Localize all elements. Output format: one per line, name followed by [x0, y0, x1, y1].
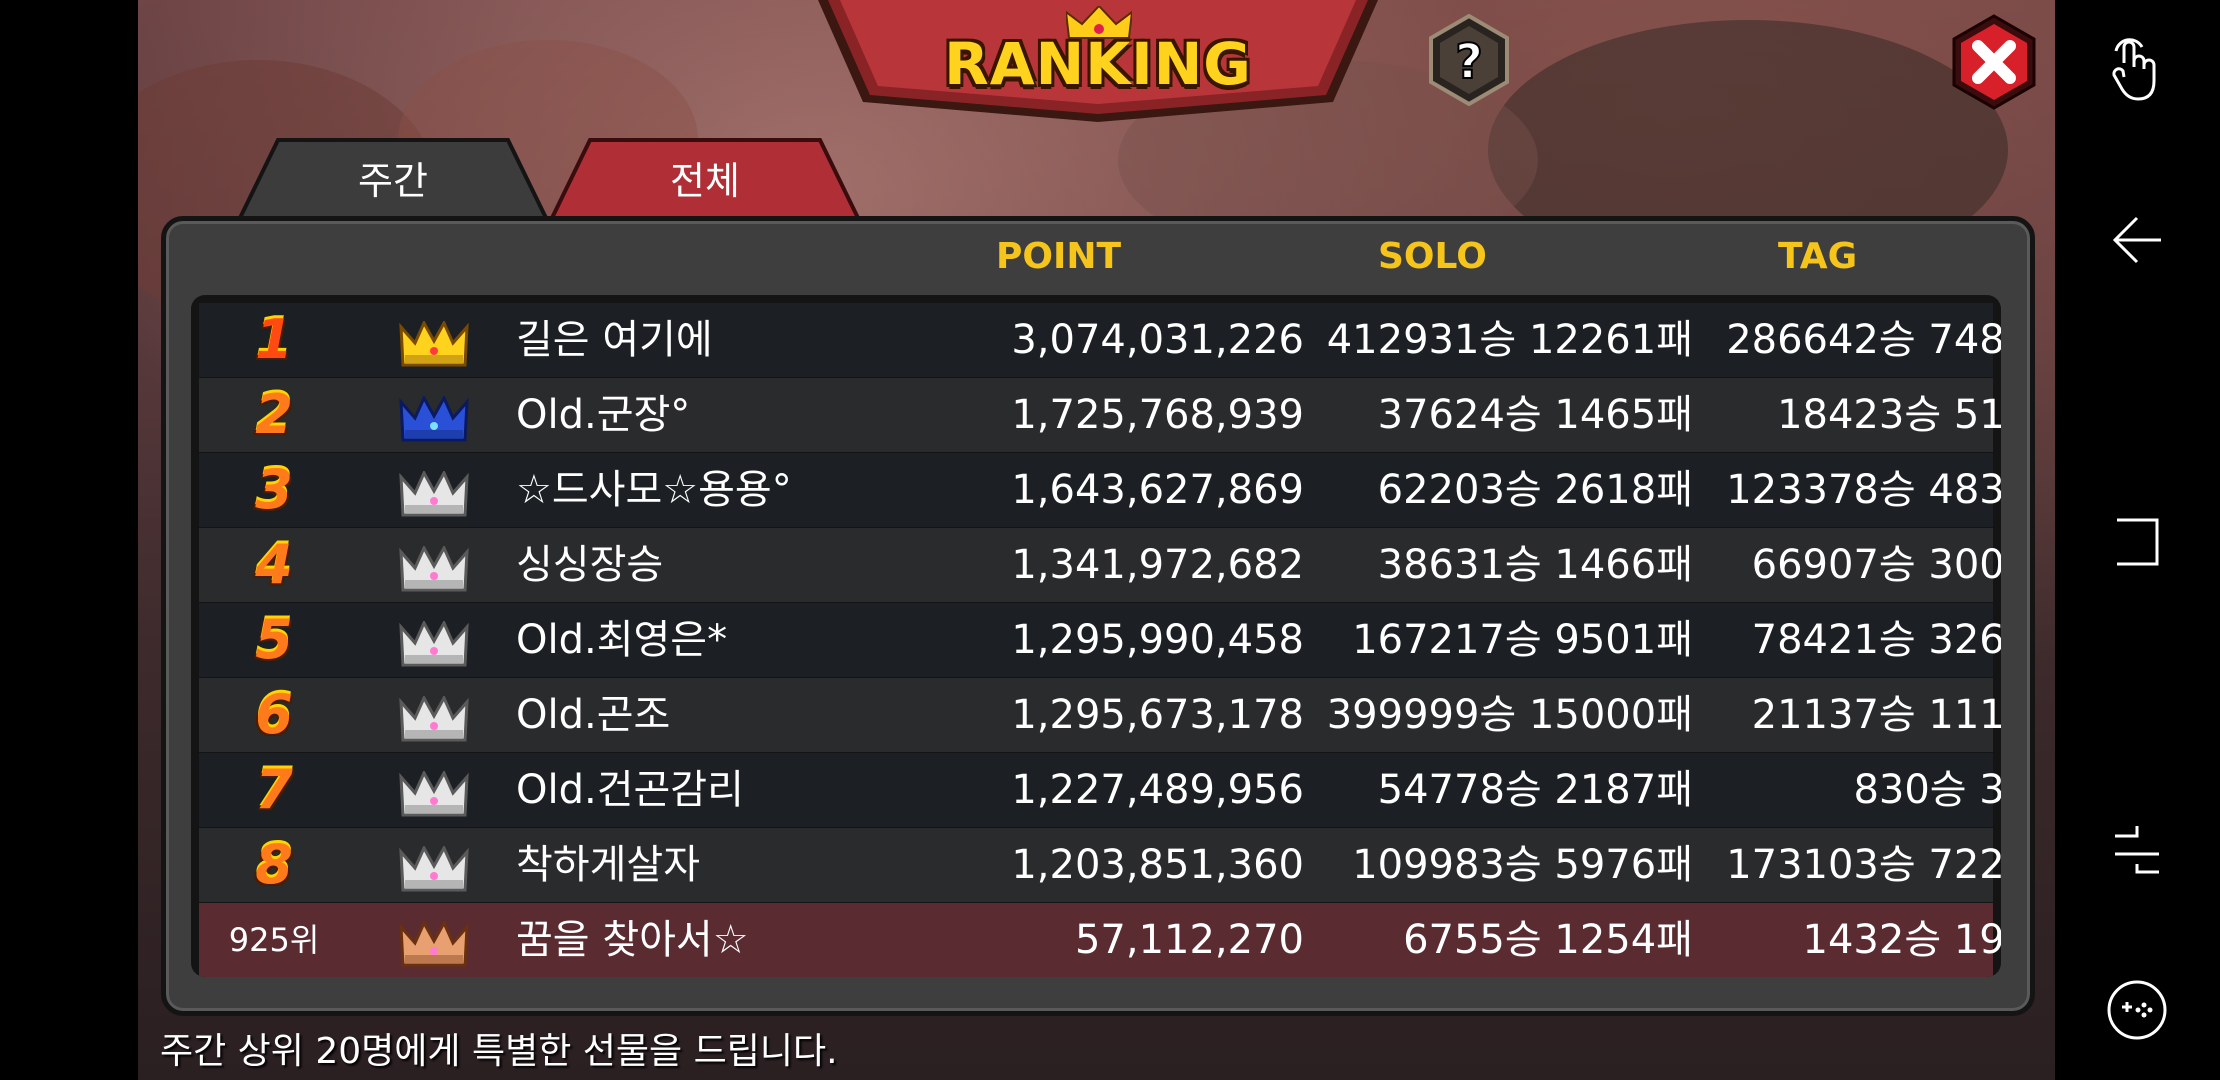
table-row[interactable]: 6 Old.곤조 1,295,673,178 399999승 15000패 21137승… — [199, 678, 2001, 752]
player-tag: 66907승 3000패 — [1751, 542, 2001, 588]
split-screen-icon — [2115, 826, 2159, 874]
close-icon — [1952, 14, 2036, 110]
table-row[interactable]: 3 ☆드사모☆용용° 1,643,627,869 62203승 2618패 123378… — [199, 453, 2001, 527]
my-rank-row[interactable]: 925위 꿈을 찾아서☆ 57,112,270 6755승 1254패 1432승 19… — [199, 903, 2001, 977]
tab-all-label: 전체 — [670, 158, 740, 203]
overview-button[interactable] — [2095, 500, 2179, 584]
rank-number: 4 — [255, 533, 293, 596]
tab-weekly[interactable]: 주간 — [238, 136, 548, 218]
gold-crown-icon — [399, 317, 469, 367]
player-point: 1,203,851,360 — [1011, 842, 1304, 888]
silver-crown-icon — [399, 617, 469, 667]
player-tag: 1432승 195패 — [1802, 917, 2001, 963]
bronze-crown-icon — [399, 917, 469, 967]
player-tag: 18423승 519패 — [1777, 392, 2001, 438]
player-name: Old.군장° — [516, 392, 691, 438]
help-button[interactable]: ? — [1423, 13, 1515, 107]
table-row[interactable]: 4 싱싱장승 1,341,972,682 38631승 1466패 66907승 300… — [199, 528, 2001, 602]
rank-number: 2 — [255, 383, 293, 446]
tab-weekly-label: 주간 — [358, 158, 428, 203]
table-row[interactable]: 8 착하게살자 1,203,851,360 109983승 5976패 173103승 … — [199, 828, 2001, 902]
table-row[interactable]: 5 Old.최영은* 1,295,990,458 167217승 9501패 78421… — [199, 603, 2001, 677]
player-solo: 38631승 1466패 — [1377, 542, 1693, 588]
player-solo: 37624승 1465패 — [1377, 392, 1693, 438]
svg-text:?: ? — [1455, 34, 1483, 90]
silver-crown-icon — [399, 692, 469, 742]
rank-number: 3 — [255, 458, 293, 521]
player-solo: 412931승 12261패 — [1326, 317, 1693, 363]
player-tag: 21137승 1116패 — [1751, 692, 2001, 738]
column-header-point: POINT — [996, 236, 1122, 277]
table-row[interactable]: 2 Old.군장° 1,725,768,939 37624승 1465패 18423승 … — [199, 378, 2001, 452]
system-nav-bar — [2055, 0, 2220, 1080]
rank-number: 6 — [255, 683, 293, 746]
back-arrow-icon — [2112, 216, 2161, 264]
player-point: 1,341,972,682 — [1011, 542, 1304, 588]
home-button[interactable] — [2095, 808, 2179, 892]
player-point: 1,295,990,458 — [1011, 617, 1304, 663]
hand-pointer-icon — [2112, 38, 2156, 101]
player-tag: 123378승 4835패 — [1726, 467, 2001, 513]
player-name: ☆드사모☆용용° — [516, 467, 792, 513]
player-point: 1,725,768,939 — [1011, 392, 1304, 438]
player-name: Old.건곤감리 — [516, 767, 744, 813]
rank-number: 1 — [255, 308, 293, 371]
table-row[interactable]: 1 길은 여기에 3,074,031,226 412931승 12261패 286642… — [199, 303, 2001, 377]
table-row[interactable]: 7 Old.건곤감리 1,227,489,956 54778승 2187패 830승 3… — [199, 753, 2001, 827]
page-title: RANKING — [944, 30, 1252, 98]
player-point: 57,112,270 — [1074, 917, 1304, 963]
game-tools-button[interactable] — [2095, 968, 2179, 1052]
player-point: 1,295,673,178 — [1011, 692, 1304, 738]
player-tag: 830승 31패 — [1853, 767, 2001, 813]
player-point: 3,074,031,226 — [1011, 317, 1304, 363]
silver-crown-icon — [399, 842, 469, 892]
question-icon: ? — [1429, 13, 1509, 107]
back-button[interactable] — [2095, 198, 2179, 282]
rank-number: 8 — [255, 833, 293, 896]
player-point: 1,227,489,956 — [1011, 767, 1304, 813]
blue-crown-icon — [399, 392, 469, 442]
tab-all[interactable]: 전체 — [550, 136, 860, 218]
player-solo: 6755승 1254패 — [1403, 917, 1693, 963]
player-solo: 399999승 15000패 — [1326, 692, 1693, 738]
silver-crown-icon — [399, 542, 469, 592]
player-name: 길은 여기에 — [516, 317, 713, 363]
player-point: 1,643,627,869 — [1011, 467, 1304, 513]
game-screen: RANKING ? 주간 전체 POINT SOLO TAG 1 길은 여기에 … — [138, 0, 2055, 1080]
ranking-table[interactable]: 1 길은 여기에 3,074,031,226 412931승 12261패 286642… — [191, 295, 2001, 977]
silver-crown-icon — [399, 767, 469, 817]
player-tag: 286642승 7488패 — [1726, 317, 2001, 363]
player-name: 꿈을 찾아서☆ — [516, 917, 749, 963]
player-name: Old.곤조 — [516, 692, 671, 738]
player-solo: 54778승 2187패 — [1377, 767, 1693, 813]
player-solo: 62203승 2618패 — [1377, 467, 1693, 513]
rank-number: 7 — [255, 758, 293, 821]
close-button[interactable] — [1946, 14, 2042, 110]
silver-crown-icon — [399, 467, 469, 517]
ranking-banner: RANKING — [818, 0, 1378, 125]
rank-number: 925위 — [228, 921, 320, 959]
column-header-solo: SOLO — [1378, 236, 1487, 277]
player-tag: 78421승 3261패 — [1751, 617, 2001, 663]
recent-apps-icon — [2117, 518, 2159, 566]
player-solo: 167217승 9501패 — [1352, 617, 1693, 663]
rank-number: 5 — [255, 608, 293, 671]
column-header-tag: TAG — [1778, 236, 1858, 277]
footer-notice: 주간 상위 20명에게 특별한 선물을 드립니다. — [160, 1031, 838, 1072]
touch-gesture-button[interactable] — [2095, 30, 2179, 114]
player-solo: 109983승 5976패 — [1352, 842, 1693, 888]
player-name: 착하게살자 — [516, 842, 700, 888]
game-controller-icon — [2107, 980, 2167, 1040]
player-name: Old.최영은* — [516, 617, 728, 663]
player-tag: 173103승 7225패 — [1726, 842, 2001, 888]
player-name: 싱싱장승 — [516, 542, 664, 588]
